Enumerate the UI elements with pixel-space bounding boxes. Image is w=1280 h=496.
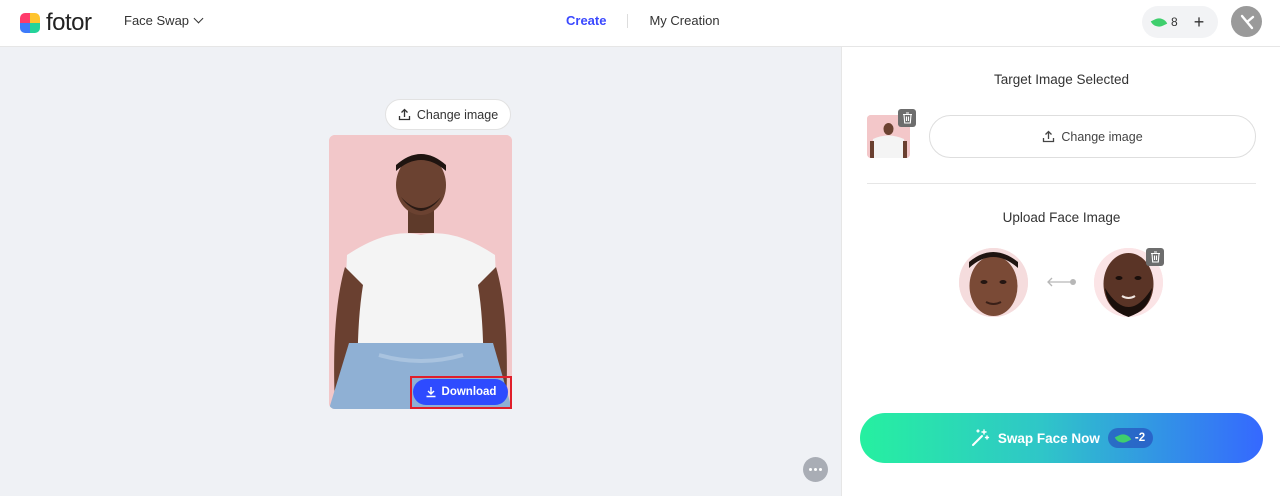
- source-face-image: [959, 248, 1028, 317]
- download-button[interactable]: Download: [413, 379, 508, 405]
- swap-face-now-button[interactable]: Swap Face Now -2: [860, 413, 1263, 463]
- tool-dropdown[interactable]: Face Swap: [124, 13, 204, 28]
- change-image-label: Change image: [416, 107, 499, 122]
- section-divider: [867, 183, 1256, 184]
- leaf-icon: [1150, 14, 1168, 30]
- download-icon: [426, 387, 436, 398]
- target-image-title: Target Image Selected: [993, 72, 1130, 87]
- change-image-button[interactable]: Change image: [385, 99, 511, 130]
- tool-dropdown-label: Face Swap: [124, 13, 190, 28]
- more-icon: [809, 468, 812, 471]
- delete-target-button[interactable]: [898, 109, 916, 127]
- face-swap-panel: Target Image Selected Change image Uploa…: [841, 47, 1280, 496]
- logo-mark-icon: [20, 13, 40, 33]
- swap-face-label: Swap Face Now: [997, 430, 1100, 446]
- credit-cost: -2: [1134, 432, 1146, 444]
- plus-icon[interactable]: +: [1188, 11, 1210, 33]
- fotor-logo[interactable]: fotor: [20, 9, 92, 37]
- top-header: fotor Face Swap Create My Creation 8 +: [0, 0, 1280, 47]
- source-face-circle: [959, 248, 1028, 317]
- trash-icon: [902, 112, 912, 124]
- upload-icon: [398, 108, 410, 121]
- nav-divider: [627, 13, 629, 28]
- credit-cost-badge: -2: [1107, 428, 1154, 448]
- credits-count: 8: [1171, 15, 1178, 29]
- nav-create[interactable]: Create: [566, 13, 606, 28]
- result-photo: [329, 135, 512, 409]
- magic-wand-icon: [971, 429, 990, 446]
- more-options-button[interactable]: [803, 457, 828, 482]
- logo-text: fotor: [46, 9, 92, 36]
- upload-face-title: Upload Face Image: [1002, 210, 1121, 225]
- change-target-image-label: Change image: [1061, 129, 1143, 144]
- change-target-image-button[interactable]: Change image: [929, 115, 1256, 158]
- editor-canvas: Change image Download: [0, 47, 841, 496]
- chevron-down-icon: [193, 13, 204, 24]
- download-label: Download: [441, 386, 497, 398]
- main-nav: Create My Creation: [566, 13, 720, 28]
- avatar[interactable]: [1231, 6, 1262, 37]
- credits-badge[interactable]: 8 +: [1142, 6, 1218, 38]
- delete-face-button[interactable]: [1146, 248, 1164, 266]
- nav-my-creation[interactable]: My Creation: [649, 13, 719, 28]
- trash-icon: [1150, 251, 1160, 263]
- portrait-image: [329, 135, 512, 409]
- upload-icon: [1043, 130, 1055, 143]
- user-avatar-icon: [1240, 14, 1254, 29]
- leaf-icon: [1114, 430, 1132, 446]
- arrow-icon: [1047, 277, 1076, 287]
